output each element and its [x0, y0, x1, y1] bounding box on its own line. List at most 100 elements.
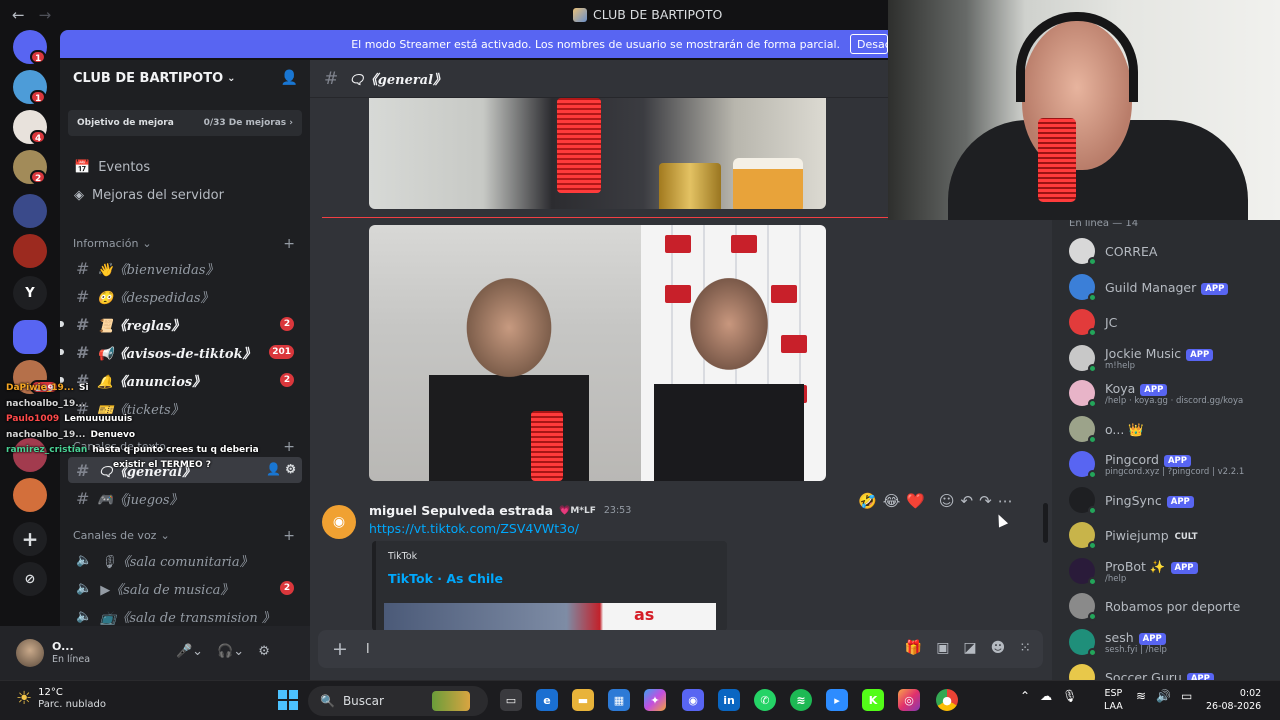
- kick-icon[interactable]: K: [862, 689, 884, 711]
- category-info[interactable]: Información ⌄ +: [73, 236, 295, 252]
- scrollbar[interactable]: [1043, 503, 1048, 543]
- category-voice[interactable]: Canales de voz ⌄ +: [73, 528, 295, 544]
- member-item[interactable]: Piwiejump CULT: [1069, 518, 1279, 550]
- channel-item[interactable]: # 📜《reglas》 2: [60, 311, 302, 337]
- zoom-icon[interactable]: ▸: [826, 689, 848, 711]
- member-item[interactable]: Koya APP/help · koya.gg · discord.gg/koya: [1069, 376, 1279, 408]
- battery-icon[interactable]: ▭: [1181, 689, 1192, 703]
- gift-icon[interactable]: 🎁: [905, 640, 922, 656]
- chevron-up-icon[interactable]: ⌃: [1020, 689, 1030, 703]
- channel-settings-icon[interactable]: 👤 ⚙: [266, 462, 296, 476]
- message-link[interactable]: https://vt.tiktok.com/ZSV4VWt3o/: [369, 521, 579, 536]
- linkedin-icon[interactable]: in: [718, 689, 740, 711]
- server-boosts-link[interactable]: ◈ Mejoras del servidor: [74, 188, 224, 203]
- server-icon[interactable]: [13, 234, 47, 268]
- member-item[interactable]: CORREA: [1069, 234, 1279, 266]
- channel-item[interactable]: # 😳《despedidas》: [68, 283, 302, 309]
- member-item[interactable]: Pingcord APP pingcord.xyz | ?pingcord | v2…: [1069, 447, 1279, 479]
- forward-arrow-icon[interactable]: →: [39, 6, 52, 24]
- attachment-image[interactable]: [369, 98, 826, 209]
- gear-icon[interactable]: ⚙: [258, 644, 270, 659]
- member-item[interactable]: o... 👑: [1069, 412, 1279, 444]
- emoji-icon[interactable]: ☻: [991, 640, 1006, 656]
- apps-icon[interactable]: ⁙: [1019, 640, 1031, 656]
- voice-channel-item[interactable]: 🔈 🎙《sala comunitaria》: [68, 547, 302, 573]
- avatar: [1069, 273, 1097, 302]
- reply-icon[interactable]: ↶: [961, 492, 974, 510]
- member-item[interactable]: Soccer Guru APP: [1069, 660, 1279, 680]
- server-icon[interactable]: [13, 320, 47, 354]
- hash-icon: #: [76, 258, 90, 278]
- windows-start-icon[interactable]: [278, 690, 298, 710]
- microphone-icon[interactable]: 🎤⌄: [176, 644, 203, 659]
- cloud-icon[interactable]: ☁: [1040, 689, 1052, 703]
- add-server-icon[interactable]: +: [13, 522, 47, 556]
- language-indicator[interactable]: ESP LAA: [1104, 687, 1123, 713]
- add-channel-icon[interactable]: +: [283, 439, 295, 455]
- message-input[interactable]: [366, 638, 766, 660]
- channel-item[interactable]: # 📢《avisos-de-tiktok》 201: [60, 339, 302, 365]
- microphone-icon[interactable]: 🎙: [1062, 689, 1077, 703]
- reaction-joy[interactable]: 😂: [883, 492, 901, 510]
- reaction-heart[interactable]: ❤️: [906, 492, 925, 510]
- edge-icon[interactable]: e: [536, 689, 558, 711]
- add-channel-icon[interactable]: +: [283, 236, 295, 252]
- server-icon[interactable]: [13, 438, 47, 472]
- more-icon[interactable]: ⋯: [998, 492, 1013, 510]
- channel-item[interactable]: # 🎮《juegos》: [68, 485, 302, 511]
- explore-icon[interactable]: ⊘: [13, 562, 47, 596]
- member-item[interactable]: JC: [1069, 305, 1279, 337]
- discord-taskbar-icon[interactable]: ◉: [682, 689, 704, 711]
- wifi-icon[interactable]: ≋: [1136, 689, 1146, 703]
- member-item[interactable]: PingSync APP: [1069, 483, 1279, 515]
- chrome-icon[interactable]: ●: [936, 689, 958, 711]
- clock[interactable]: 0:02 26-08-2026: [1206, 687, 1261, 713]
- embed-thumbnail[interactable]: as: [384, 603, 716, 631]
- invite-people-icon[interactable]: 👤: [281, 70, 298, 86]
- sticker-icon[interactable]: ◪: [963, 640, 976, 656]
- weather-widget[interactable]: ☀ 12°C Parc. nublado: [16, 686, 106, 710]
- events-link[interactable]: 📅 Eventos: [74, 160, 150, 175]
- member-item[interactable]: Jockie Music APP m!help: [1069, 341, 1279, 373]
- reaction-rofl[interactable]: 🤣: [858, 492, 877, 510]
- channel-item[interactable]: # 👋《bienvenidas》: [68, 255, 302, 281]
- taskbar-search[interactable]: 🔍 Buscar: [308, 686, 488, 716]
- whatsapp-icon[interactable]: ✆: [754, 689, 776, 711]
- member-name-row: PingSync APP: [1105, 493, 1194, 508]
- instagram-icon[interactable]: ◎: [898, 689, 920, 711]
- add-attachment-icon[interactable]: +: [332, 638, 348, 660]
- avatar: [1069, 451, 1097, 479]
- headphones-icon[interactable]: 🎧⌄: [217, 644, 244, 659]
- task-view-icon[interactable]: ▭: [500, 689, 522, 711]
- gif-icon[interactable]: ▣: [936, 640, 949, 656]
- spotify-icon[interactable]: ≋: [790, 689, 812, 711]
- boost-icon: ◈: [74, 188, 84, 203]
- server-icon[interactable]: [13, 478, 47, 512]
- voice-channel-item[interactable]: 🔈 ▶《sala de musica》 2: [68, 575, 302, 601]
- discord-avatar-icon[interactable]: ◉: [322, 505, 356, 539]
- member-item[interactable]: sesh APP sesh.fyi | /help: [1069, 625, 1279, 657]
- embed-title[interactable]: TikTok · As Chile: [388, 571, 503, 586]
- attachment-image[interactable]: [369, 225, 826, 481]
- add-reaction-icon[interactable]: ☺: [939, 492, 955, 510]
- copilot-icon[interactable]: ✦: [644, 689, 666, 711]
- avatar[interactable]: [16, 639, 44, 667]
- message-author[interactable]: miguel Sepulveda estrada: [369, 503, 553, 518]
- back-arrow-icon[interactable]: ←: [12, 6, 25, 24]
- guild-header[interactable]: CLUB DE BARTIPOTO ⌄ 👤: [60, 60, 310, 96]
- member-item[interactable]: Robamos por deporte: [1069, 589, 1279, 621]
- server-icon[interactable]: [13, 194, 47, 228]
- member-item[interactable]: ProBot ✨ APP/help: [1069, 554, 1279, 586]
- file-explorer-icon[interactable]: ▬: [572, 689, 594, 711]
- add-channel-icon[interactable]: +: [283, 528, 295, 544]
- channel-item[interactable]: # 🔔《anuncios》 2: [60, 367, 302, 393]
- volume-icon[interactable]: 🔊: [1156, 689, 1171, 703]
- online-status-icon: [1088, 328, 1097, 337]
- disable-streamer-button[interactable]: Desactivar: [850, 34, 888, 54]
- server-icon[interactable]: Y: [13, 276, 47, 310]
- boost-goal[interactable]: Objetivo de mejora 0/33 De mejoras ›: [68, 110, 302, 136]
- store-icon[interactable]: ▦: [608, 689, 630, 711]
- voice-channel-item[interactable]: 🔈 📺《sala de transmision 》: [68, 603, 302, 626]
- forward-icon[interactable]: ↷: [979, 492, 992, 510]
- member-item[interactable]: Guild Manager APP: [1069, 270, 1279, 302]
